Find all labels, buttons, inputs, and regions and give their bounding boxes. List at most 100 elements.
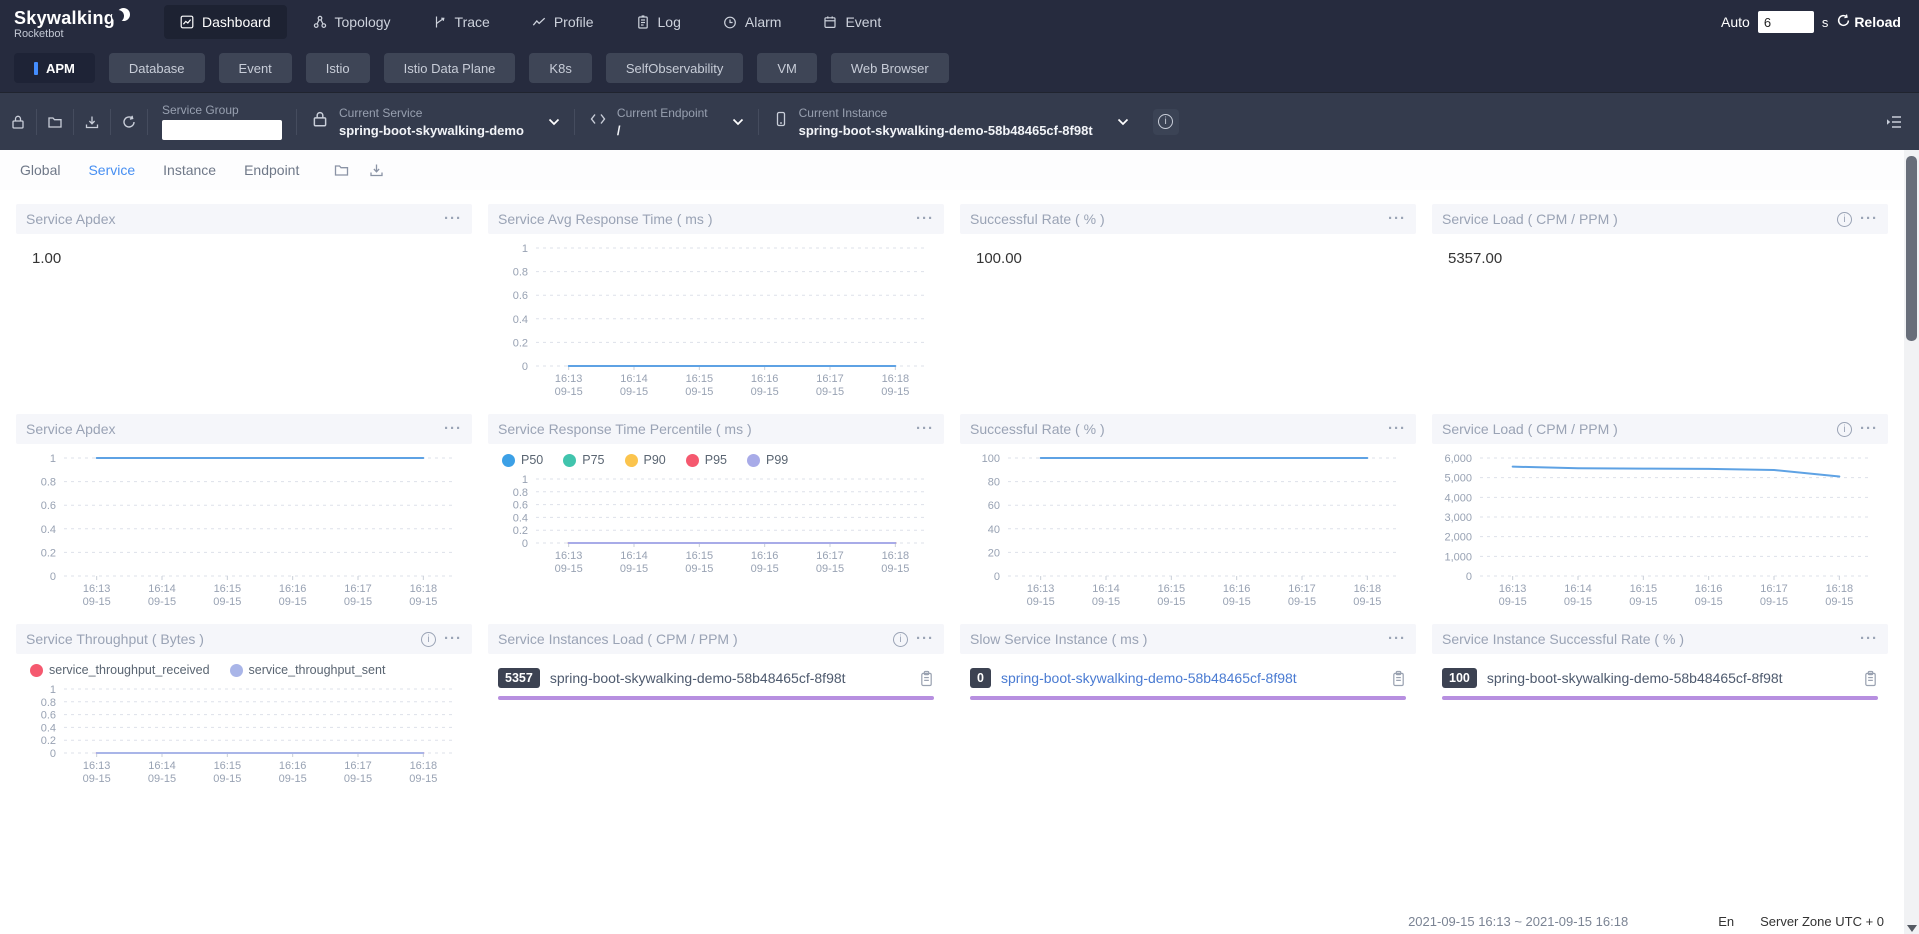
nav-item-topology[interactable]: Topology: [297, 5, 407, 39]
metric-value: 5357.00: [1432, 234, 1888, 267]
reload-label: Reload: [1854, 14, 1901, 30]
svg-text:16:1309-15: 16:1309-15: [1499, 583, 1527, 608]
legend-item-sent[interactable]: service_throughput_sent: [230, 663, 386, 677]
card-menu-button[interactable]: [916, 214, 934, 224]
pill-k8s[interactable]: K8s: [529, 53, 591, 83]
svg-text:60: 60: [988, 500, 1000, 512]
info-icon[interactable]: i: [1837, 212, 1852, 227]
pill-vm[interactable]: VM: [757, 53, 817, 83]
legend-item-p99[interactable]: P99: [747, 453, 788, 467]
pill-label: Database: [129, 61, 185, 76]
metric-value: 1.00: [16, 234, 472, 267]
svg-text:0: 0: [522, 361, 528, 373]
svg-text:0.8: 0.8: [513, 487, 528, 499]
legend-item-received[interactable]: service_throughput_received: [30, 663, 210, 677]
card-menu-button[interactable]: [444, 214, 462, 224]
svg-text:0: 0: [1466, 571, 1472, 583]
scrollbar-thumb[interactable]: [1906, 156, 1917, 341]
profile-icon: [532, 15, 546, 29]
logo-subtitle: Rocketbot: [14, 29, 164, 40]
card-menu-button[interactable]: [444, 424, 462, 434]
card-menu-button[interactable]: [1388, 634, 1406, 644]
nav-item-event[interactable]: Event: [807, 5, 897, 39]
instance-link[interactable]: spring-boot-skywalking-demo-58b48465cf-8…: [1001, 670, 1297, 686]
instance-info-button[interactable]: i: [1153, 109, 1179, 135]
card-header: Service Apdex: [16, 414, 472, 444]
nav-item-alarm[interactable]: Alarm: [707, 5, 798, 39]
logo-crescent-icon: [117, 8, 130, 21]
reload-button[interactable]: Reload: [1836, 13, 1901, 31]
legend-item-p50[interactable]: P50: [502, 453, 543, 467]
info-icon[interactable]: i: [893, 632, 908, 647]
tab-service[interactable]: Service: [88, 162, 135, 178]
current-endpoint-select[interactable]: Current Endpoint /: [575, 93, 758, 150]
pill-event[interactable]: Event: [219, 53, 292, 83]
active-pill-indicator: [34, 62, 38, 75]
nav-item-dashboard[interactable]: Dashboard: [164, 5, 287, 39]
nav-item-log[interactable]: Log: [620, 5, 697, 39]
pill-istio-data-plane[interactable]: Istio Data Plane: [384, 53, 516, 83]
card-menu-button[interactable]: [1860, 424, 1878, 434]
percentile-chart: 00.20.40.60.8116:1309-1516:1409-1516:150…: [488, 469, 944, 575]
folder-icon[interactable]: [333, 162, 350, 178]
vertical-scrollbar[interactable]: [1904, 150, 1919, 934]
server-zone-setting[interactable]: Server Zone UTC + 0: [1760, 914, 1884, 929]
info-icon[interactable]: i: [1837, 422, 1852, 437]
pill-database[interactable]: Database: [109, 53, 205, 83]
tab-endpoint[interactable]: Endpoint: [244, 162, 299, 178]
svg-text:16:1309-15: 16:1309-15: [1027, 583, 1055, 608]
card-menu-button[interactable]: [1388, 424, 1406, 434]
card-service-load-value: Service Load ( CPM / PPM ) i 5357.00: [1432, 204, 1888, 398]
lock-icon[interactable]: [0, 108, 36, 136]
card-menu-button[interactable]: [916, 634, 934, 644]
auto-interval-input[interactable]: [1758, 11, 1814, 33]
pill-apm[interactable]: APM: [14, 53, 95, 83]
instance-link[interactable]: spring-boot-skywalking-demo-58b48465cf-8…: [550, 670, 846, 686]
copy-icon[interactable]: [919, 670, 934, 687]
legend-item-p95[interactable]: P95: [686, 453, 727, 467]
download-icon[interactable]: [368, 162, 385, 178]
pill-istio[interactable]: Istio: [306, 53, 370, 83]
svg-text:1: 1: [522, 243, 528, 255]
nav-item-trace[interactable]: Trace: [417, 5, 506, 39]
copy-icon[interactable]: [1391, 670, 1406, 687]
current-instance-label: Current Instance: [799, 106, 1093, 120]
card-menu-button[interactable]: [916, 424, 934, 434]
language-toggle[interactable]: En: [1718, 914, 1734, 929]
legend-dot: [625, 454, 638, 467]
svg-text:0: 0: [50, 571, 56, 583]
card-menu-button[interactable]: [444, 634, 462, 644]
instance-link[interactable]: spring-boot-skywalking-demo-58b48465cf-8…: [1487, 670, 1783, 686]
legend-item-p90[interactable]: P90: [625, 453, 666, 467]
tab-global[interactable]: Global: [20, 162, 60, 178]
value-badge: 0: [970, 668, 991, 688]
service-group-label: Service Group: [162, 103, 282, 117]
card-header: Service Response Time Percentile ( ms ): [488, 414, 944, 444]
refresh-icon[interactable]: [111, 108, 147, 136]
import-icon[interactable]: [74, 108, 110, 136]
current-instance-select[interactable]: Current Instance spring-boot-skywalking-…: [759, 93, 1143, 150]
svg-text:16:1709-15: 16:1709-15: [1760, 583, 1788, 608]
folder-icon[interactable]: [37, 108, 73, 136]
card-service-throughput: Service Throughput ( Bytes ) i service_t…: [16, 624, 472, 785]
collapse-panel-button[interactable]: [1885, 114, 1903, 130]
current-service-select[interactable]: Current Service spring-boot-skywalking-d…: [297, 93, 574, 150]
copy-icon[interactable]: [1863, 670, 1878, 687]
app-logo[interactable]: Skywalking Rocketbot: [14, 10, 164, 40]
card-menu-button[interactable]: [1860, 634, 1878, 644]
pill-web-browser[interactable]: Web Browser: [831, 53, 949, 83]
card-menu-button[interactable]: [1388, 214, 1406, 224]
nav-item-profile[interactable]: Profile: [516, 5, 610, 39]
svg-text:2,000: 2,000: [1444, 532, 1472, 544]
service-group-input[interactable]: [162, 120, 282, 140]
card-menu-button[interactable]: [1860, 214, 1878, 224]
tab-instance[interactable]: Instance: [163, 162, 216, 178]
svg-text:16:1609-15: 16:1609-15: [1695, 583, 1723, 608]
pill-selfobservability[interactable]: SelfObservability: [606, 53, 744, 83]
pill-label: VM: [777, 61, 797, 76]
legend-item-p75[interactable]: P75: [563, 453, 604, 467]
info-icon[interactable]: i: [421, 632, 436, 647]
dashboard-pillbar: APM Database Event Istio Istio Data Plan…: [0, 44, 1919, 92]
scroll-down-arrow-icon[interactable]: [1907, 925, 1917, 932]
legend-dot: [230, 664, 243, 677]
